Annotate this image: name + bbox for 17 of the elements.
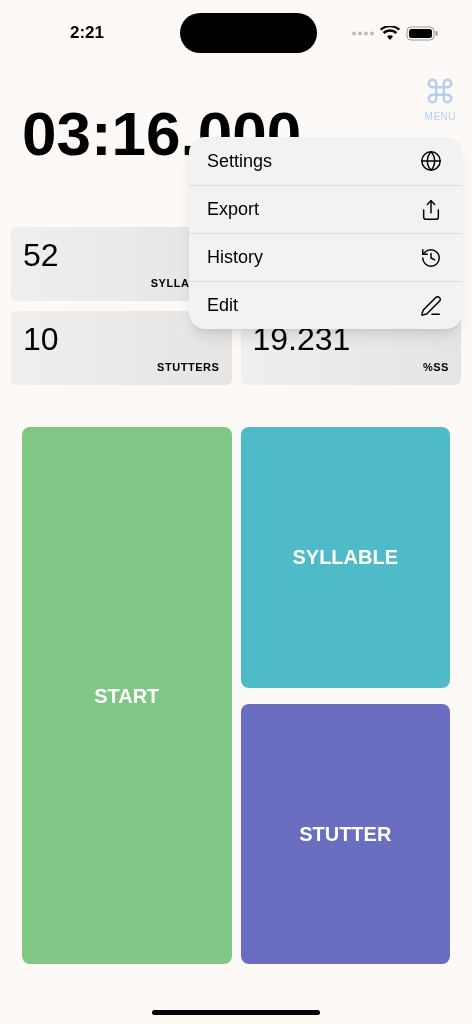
stat-value: 10 bbox=[23, 320, 60, 359]
signal-icon bbox=[352, 30, 374, 36]
history-icon bbox=[420, 246, 442, 269]
menu-item[interactable]: Edit bbox=[189, 281, 462, 329]
status-time: 2:21 bbox=[70, 22, 105, 45]
menu-item[interactable]: Export bbox=[189, 185, 462, 233]
share-icon bbox=[420, 198, 442, 221]
stat-label: STUTTERS bbox=[157, 360, 220, 375]
stat-value: 52 bbox=[23, 236, 60, 275]
stat-label: SYLLA bbox=[150, 276, 190, 291]
pencil-icon bbox=[420, 294, 442, 317]
stat-label: %SS bbox=[422, 360, 449, 375]
menu-item[interactable]: History bbox=[189, 233, 462, 281]
stutter-button[interactable]: STUTTER bbox=[240, 703, 450, 964]
globe-icon bbox=[420, 150, 442, 172]
battery-icon bbox=[406, 25, 438, 41]
wifi-icon bbox=[380, 25, 400, 41]
